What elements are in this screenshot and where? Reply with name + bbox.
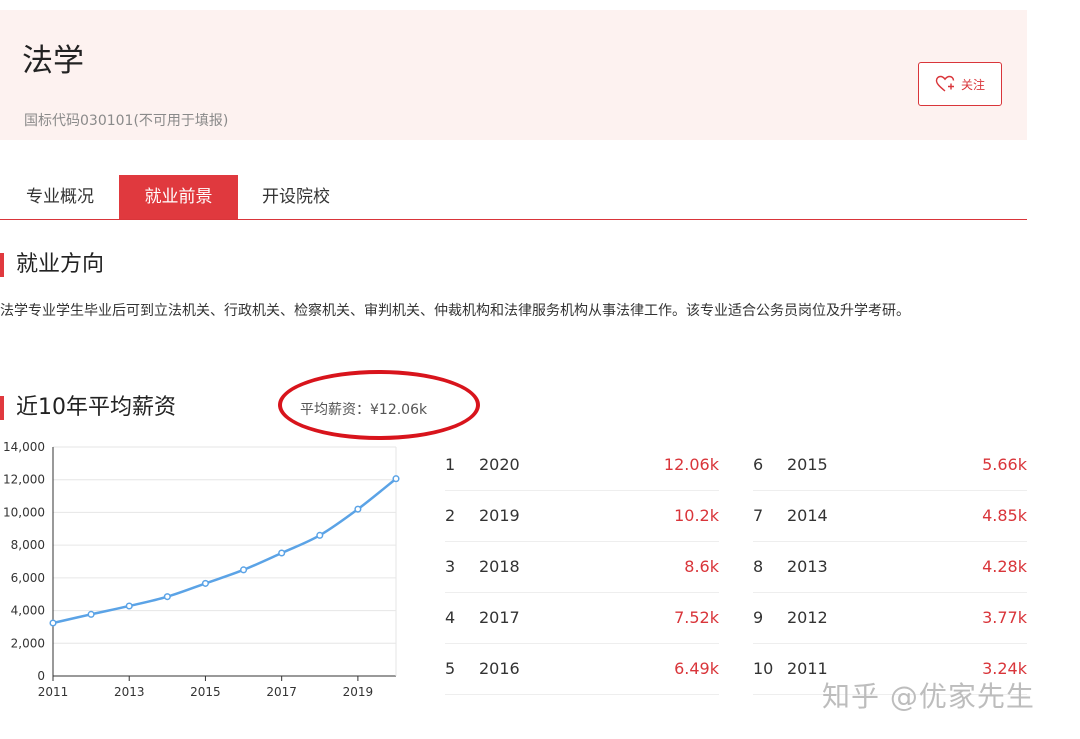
watermark: 知乎 @优家先生 [822,680,1035,713]
salary-section-title: 近10年平均薪资 [0,395,176,421]
ranking-row: 2 2019 10.2k [445,491,719,542]
highlight-circle [278,370,480,440]
tab-overview[interactable]: 专业概况 [8,175,112,219]
rank-salary: 4.28k [982,557,1027,576]
x-tick-label: 2015 [190,685,221,699]
data-point [316,531,324,539]
rank-salary: 10.2k [674,506,719,525]
rank-year: 2012 [787,608,828,627]
major-code: 国标代码030101(不可用于填报) [24,113,229,129]
rank-year: 2018 [479,557,520,576]
rank-salary: 3.77k [982,608,1027,627]
data-point [392,475,400,483]
rank-year: 2016 [479,659,520,678]
x-tick-label: 2019 [343,685,374,699]
ranking-row: 3 2018 8.6k [445,542,719,593]
ranking-row: 9 2012 3.77k [753,593,1027,644]
y-tick-label: 4,000 [11,604,45,618]
tab-employment[interactable]: 就业前景 [119,175,238,219]
page-title: 法学 [22,43,84,79]
x-tick-label: 2017 [266,685,297,699]
ranking-row: 4 2017 7.52k [445,593,719,644]
data-point [163,593,171,601]
data-point [125,602,133,610]
tab-bar: 专业概况 就业前景 开设院校 [0,175,1027,220]
rank-number: 9 [753,608,764,627]
y-tick-label: 12,000 [3,473,45,487]
ranking-row: 6 2015 5.66k [753,440,1027,491]
y-tick-label: 8,000 [11,538,45,552]
rank-salary: 7.52k [674,608,719,627]
rank-salary: 8.6k [684,557,719,576]
data-point [87,610,95,618]
rank-salary: 5.66k [982,455,1027,474]
data-point [49,619,57,627]
ranking-row: 7 2014 4.85k [753,491,1027,542]
rank-number: 1 [445,455,456,474]
rank-year: 2014 [787,506,828,525]
rank-number: 3 [445,557,456,576]
rank-salary: 12.06k [663,455,719,474]
salary-line [52,477,397,625]
y-tick-label: 0 [37,669,45,683]
data-point [278,549,286,557]
rank-number: 10 [753,659,774,678]
salary-title-text: 近10年平均薪资 [16,395,176,420]
rank-number: 8 [753,557,764,576]
tab-schools[interactable]: 开设院校 [244,175,348,219]
y-tick-label: 10,000 [3,505,45,519]
ranking-table-right: 6 2015 5.66k 7 2014 4.85k 8 2013 4.28k 9… [753,440,1027,695]
data-point [354,505,362,513]
y-tick-label: 2,000 [11,636,45,650]
follow-button[interactable]: 关注 [918,62,1002,106]
rank-number: 4 [445,608,456,627]
rank-year: 2020 [479,455,520,474]
rank-number: 2 [445,506,456,525]
major-header: 法学 国标代码030101(不可用于填报) 关注 [0,10,1027,140]
follow-label: 关注 [960,77,985,92]
rank-salary: 6.49k [674,659,719,678]
y-tick-label: 6,000 [11,571,45,585]
heart-plus-icon [935,75,955,93]
ranking-table-left: 1 2020 12.06k 2 2019 10.2k 3 2018 8.6k 4… [445,440,719,695]
employment-title-text: 就业方向 [16,252,105,277]
rank-number: 7 [753,506,764,525]
rank-year: 2015 [787,455,828,474]
data-point [201,579,209,587]
employment-section-title: 就业方向 [0,252,104,278]
y-tick-label: 14,000 [3,440,45,454]
rank-year: 2019 [479,506,520,525]
employment-description: 法学专业学生毕业后可到立法机关、行政机关、检察机关、审判机关、仲裁机构和法律服务… [0,303,910,319]
x-tick-label: 2011 [38,685,69,699]
rank-year: 2017 [479,608,520,627]
rank-salary: 4.85k [982,506,1027,525]
rank-number: 6 [753,455,764,474]
ranking-row: 5 2016 6.49k [445,644,719,695]
salary-line-chart: 0 2,000 4,000 6,000 8,000 10,000 12,000 14,000 2… [3,440,400,699]
rank-number: 5 [445,659,456,678]
title-accent-bar [0,396,4,420]
ranking-row: 1 2020 12.06k [445,440,719,491]
rank-year: 2013 [787,557,828,576]
data-point [240,566,248,574]
x-tick-label: 2013 [114,685,145,699]
title-accent-bar [0,253,4,277]
ranking-row: 8 2013 4.28k [753,542,1027,593]
